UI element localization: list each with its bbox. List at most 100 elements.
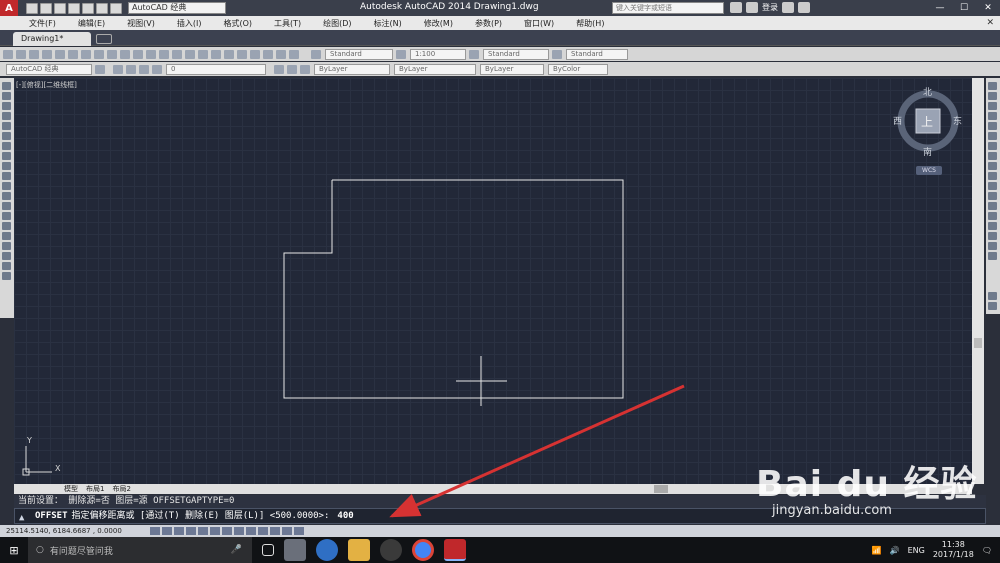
save-icon[interactable] [29, 49, 39, 59]
zoom-window-icon[interactable] [185, 49, 195, 59]
menu-help[interactable]: 帮助(H) [565, 18, 615, 29]
dynamic-input-icon[interactable] [246, 527, 256, 535]
selection-cycling-icon[interactable] [294, 527, 304, 535]
paste-icon[interactable] [107, 49, 117, 59]
menu-draw[interactable]: 绘图(D) [312, 18, 362, 29]
input-language[interactable]: ENG [908, 546, 925, 555]
hatch-icon[interactable] [2, 222, 11, 230]
minimize-button[interactable]: — [928, 0, 952, 16]
sun-icon[interactable] [139, 64, 149, 74]
object-snap-icon[interactable] [198, 527, 208, 535]
publish-icon[interactable] [68, 49, 78, 59]
design-center-icon[interactable] [224, 49, 234, 59]
menu-tools[interactable]: 工具(T) [263, 18, 312, 29]
autocad-taskbar-icon[interactable] [444, 539, 466, 561]
print-icon[interactable] [82, 2, 94, 14]
group-icon[interactable] [988, 302, 997, 310]
grid-display-icon[interactable] [162, 527, 172, 535]
workspace-select[interactable]: AutoCAD 经典 [128, 2, 226, 14]
redo-icon[interactable] [146, 49, 156, 59]
erase-icon[interactable] [988, 82, 997, 90]
copy-icon[interactable] [94, 49, 104, 59]
horizontal-scroll-thumb[interactable] [654, 485, 668, 493]
spline-icon[interactable] [2, 162, 11, 170]
annotation-scale-select[interactable]: 1:100 [410, 48, 466, 60]
file-explorer-icon[interactable] [348, 539, 370, 561]
snap-mode-icon[interactable] [150, 527, 160, 535]
windows-start-icon[interactable]: ⊞ [0, 537, 28, 563]
ellipse-icon[interactable] [2, 172, 11, 180]
revision-cloud-icon[interactable] [2, 152, 11, 160]
rectangle-icon[interactable] [2, 122, 11, 130]
drawn-polyline[interactable] [283, 179, 624, 399]
volume-icon[interactable]: 🔊 [890, 546, 900, 555]
arc-icon[interactable] [2, 132, 11, 140]
binoculars-icon[interactable] [730, 2, 742, 13]
coordinate-readout[interactable]: 25114.5140, 6184.6687 , 0.0000 [0, 527, 148, 535]
new-file-icon[interactable] [26, 2, 38, 14]
tab-layout1[interactable]: 布局1 [82, 484, 108, 494]
wcs-menu[interactable]: WCS [916, 166, 942, 175]
notifications-icon[interactable]: 🗨 [982, 546, 992, 555]
sheet-set-icon[interactable] [250, 49, 260, 59]
exchange-icon[interactable] [782, 2, 794, 13]
photoshop-icon[interactable] [380, 539, 402, 561]
lightbulb-icon[interactable] [126, 64, 136, 74]
dimension-style-select[interactable]: Standard [483, 48, 549, 60]
polar-tracking-icon[interactable] [186, 527, 196, 535]
table-style-select[interactable]: Standard [566, 48, 628, 60]
maximize-button[interactable]: ☐ [952, 0, 976, 16]
user-icon[interactable] [746, 2, 758, 13]
text-style-select[interactable]: Standard [325, 48, 393, 60]
application-menu-button[interactable]: A [0, 0, 18, 16]
help-icon[interactable] [289, 49, 299, 59]
document-close-button[interactable]: ✕ [980, 18, 1000, 28]
draworder-icon[interactable] [988, 292, 997, 300]
blend-icon[interactable] [988, 242, 997, 250]
menu-dimension[interactable]: 标注(N) [363, 18, 413, 29]
rotate-icon[interactable] [988, 142, 997, 150]
system-clock[interactable]: 11:38 2017/1/18 [933, 540, 974, 560]
break-at-point-icon[interactable] [988, 192, 997, 200]
microphone-icon[interactable]: 🎤 [231, 545, 242, 555]
scale-icon[interactable] [988, 152, 997, 160]
point-icon[interactable] [2, 212, 11, 220]
workspace-settings-icon[interactable] [95, 64, 105, 74]
extend-icon[interactable] [988, 182, 997, 190]
zoom-previous-icon[interactable] [198, 49, 208, 59]
transparency-icon[interactable] [270, 527, 280, 535]
open-file-icon[interactable] [40, 2, 52, 14]
3d-object-snap-icon[interactable] [210, 527, 220, 535]
join-icon[interactable] [988, 212, 997, 220]
move-icon[interactable] [988, 132, 997, 140]
layer-properties-icon[interactable] [113, 64, 123, 74]
trim-icon[interactable] [988, 172, 997, 180]
new-tab-button[interactable] [96, 34, 112, 44]
layer-select[interactable]: 0 [166, 63, 266, 75]
table-icon[interactable] [2, 252, 11, 260]
array-icon[interactable] [988, 122, 997, 130]
construction-line-icon[interactable] [2, 92, 11, 100]
lineweight-select[interactable]: ByLayer [480, 63, 544, 75]
make-current-icon[interactable] [274, 64, 284, 74]
insert-block-icon[interactable] [2, 192, 11, 200]
fillet-icon[interactable] [988, 232, 997, 240]
save-as-icon[interactable] [68, 2, 80, 14]
circle-icon[interactable] [2, 142, 11, 150]
mirror-icon[interactable] [988, 102, 997, 110]
undo-icon[interactable] [133, 49, 143, 59]
break-icon[interactable] [988, 202, 997, 210]
layer-previous-icon[interactable] [287, 64, 297, 74]
command-customize-icon[interactable]: ▲ [19, 511, 31, 523]
save-icon[interactable] [54, 2, 66, 14]
vertical-scrollbar[interactable] [972, 78, 984, 484]
tab-drawing1[interactable]: Drawing1* [13, 32, 91, 46]
undo-icon[interactable] [96, 2, 108, 14]
color-select[interactable]: ByLayer [314, 63, 390, 75]
chrome-icon[interactable] [412, 539, 434, 561]
offset-icon[interactable] [988, 112, 997, 120]
add-selected-icon[interactable] [2, 272, 11, 280]
help-icon[interactable] [798, 2, 810, 13]
lock-icon[interactable] [152, 64, 162, 74]
plot-icon[interactable] [42, 49, 52, 59]
